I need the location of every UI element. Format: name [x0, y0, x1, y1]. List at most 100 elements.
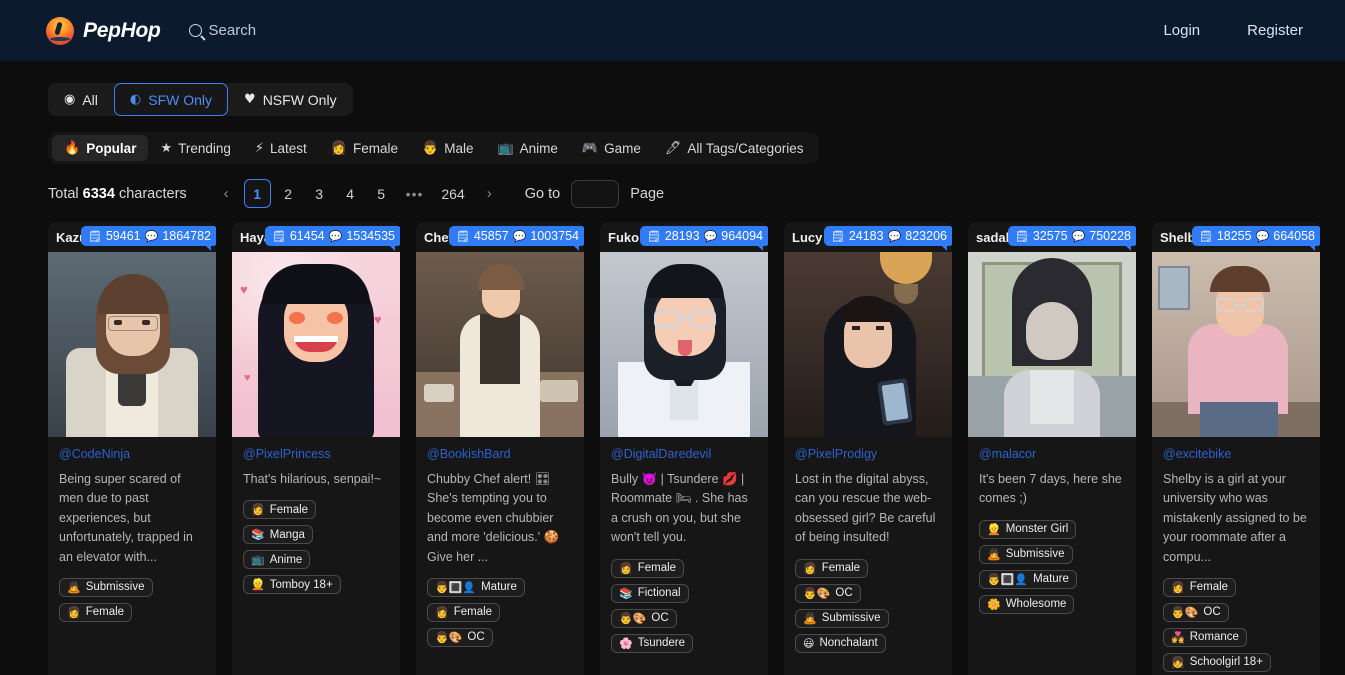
tag-chip[interactable]: 👧Schoolgirl 18+ [1163, 653, 1271, 672]
pagination-page-last[interactable]: 264 [434, 179, 471, 208]
tag-label: Monster Girl [1006, 523, 1069, 535]
character-card[interactable]: Shelby🗒18255💬664058 @excitebikeShelby is… [1152, 222, 1320, 675]
tab-anime[interactable]: 📺Anime [485, 135, 569, 161]
tag-chip[interactable]: 🙇Submissive [59, 578, 153, 597]
tag-chip[interactable]: 👩Female [243, 500, 316, 519]
tag-chip[interactable]: 👩Female [59, 603, 132, 622]
filter-nsfw-only[interactable]: ♥ NSFW Only [228, 83, 353, 116]
character-thumbnail[interactable] [1152, 252, 1320, 437]
tag-label: Tomboy 18+ [270, 579, 333, 591]
character-stats-badge: 🗒28193💬964094 [640, 226, 768, 246]
pagination-prev[interactable]: ‹ [213, 179, 240, 208]
character-card[interactable]: Hayase🗒61454💬1534535 ♥ ♥ ♥@PixelPrincess… [232, 222, 400, 675]
tag-label: OC [835, 587, 852, 599]
message-count-icon: 💬 [329, 230, 343, 243]
character-thumbnail[interactable] [416, 252, 584, 437]
creator-handle[interactable]: @DigitalDaredevil [611, 447, 757, 461]
pagination-page-1[interactable]: 1 [244, 179, 271, 208]
tag-icon: 👨🎨 [619, 612, 646, 625]
tag-chip[interactable]: 🌼Wholesome [979, 595, 1074, 614]
filter-all[interactable]: ◉ All [48, 83, 114, 116]
tab-latest[interactable]: ⚡Latest [243, 135, 319, 161]
tag-chip[interactable]: 👨🎨OC [795, 584, 861, 603]
character-card[interactable]: Kazuko🗒59461💬1864782 @CodeNinjaBeing sup… [48, 222, 216, 675]
goto-page-input[interactable] [571, 180, 619, 208]
tag-chip[interactable]: 📺Anime [243, 550, 310, 569]
register-link[interactable]: Register [1247, 22, 1303, 39]
top-navbar: PepHop Search Login Register [0, 0, 1345, 61]
tag-chip[interactable]: 👨🎨OC [1163, 603, 1229, 622]
creator-handle[interactable]: @CodeNinja [59, 447, 205, 461]
login-link[interactable]: Login [1163, 22, 1200, 39]
tag-chip[interactable]: 👱Monster Girl [979, 520, 1076, 539]
total-characters: Total 6334 characters [48, 186, 187, 202]
character-card[interactable]: Fuko ne:🗒28193💬964094 @DigitalDaredevilB… [600, 222, 768, 675]
tag-list: 👱Monster Girl 🙇Submissive 👨🔳👤Mature 🌼Wholes… [979, 520, 1125, 614]
tab-popular[interactable]: 🔥Popular [52, 135, 148, 161]
character-artwork [416, 252, 584, 437]
pagination-ellipsis[interactable]: ••• [399, 179, 431, 208]
brand-logo[interactable]: PepHop [46, 17, 161, 45]
tag-chip[interactable]: 👱Tomboy 18+ [243, 575, 341, 594]
character-thumbnail[interactable] [48, 252, 216, 437]
pagination-page-4[interactable]: 4 [337, 179, 364, 208]
tag-icon: 👨🎨 [435, 631, 462, 644]
tag-label: Schoolgirl 18+ [1190, 656, 1263, 668]
character-thumbnail[interactable]: ♥ ♥ ♥ [232, 252, 400, 437]
pagination-page-5[interactable]: 5 [368, 179, 395, 208]
tag-chip[interactable]: 👨🎨OC [611, 609, 677, 628]
character-thumbnail[interactable] [968, 252, 1136, 437]
tab-male[interactable]: 👨Male [410, 135, 485, 161]
card-body: @malacorIt's been 7 days, here she comes… [968, 437, 1136, 618]
tab-female[interactable]: 👩Female [319, 135, 410, 161]
tag-chip[interactable]: 🌸Tsundere [611, 634, 693, 653]
character-thumbnail[interactable] [600, 252, 768, 437]
tag-chip[interactable]: 😃Nonchalant [795, 634, 886, 653]
tag-label: Tsundere [638, 637, 685, 649]
tag-list: 👩Female 📚Manga 📺Anime 👱Tomboy 18+ [243, 500, 389, 594]
search-button[interactable]: Search [189, 22, 257, 39]
tag-chip[interactable]: 📚Manga [243, 525, 313, 544]
character-thumbnail[interactable] [784, 252, 952, 437]
creator-handle[interactable]: @BookishBard [427, 447, 573, 461]
tag-icon: 🙇 [67, 581, 81, 594]
tag-chip[interactable]: 👨🔳👤Mature [979, 570, 1077, 589]
tag-chip[interactable]: 🙇Submissive [979, 545, 1073, 564]
pagination-next[interactable]: › [476, 179, 503, 208]
tag-chip[interactable]: 👨🔳👤Mature [427, 578, 525, 597]
creator-handle[interactable]: @malacor [979, 447, 1125, 461]
tag-chip[interactable]: 👨🎨OC [427, 628, 493, 647]
tab-icon: ★ [160, 141, 172, 156]
filter-sfw-only[interactable]: ◐ SFW Only [114, 83, 228, 116]
pagination-page-2[interactable]: 2 [275, 179, 302, 208]
character-card[interactable]: sadako🗒32575💬750228 @malacorIt's been 7 … [968, 222, 1136, 675]
character-artwork: ♥ ♥ ♥ [232, 252, 400, 437]
tag-chip[interactable]: 💑Romance [1163, 628, 1247, 647]
tag-list: 👩Female 📚Fictional 👨🎨OC 🌸Tsundere [611, 559, 757, 653]
creator-handle[interactable]: @PixelProdigy [795, 447, 941, 461]
search-icon [189, 24, 202, 37]
chat-count: 24183 [849, 229, 884, 243]
tab-all-tags-categories[interactable]: 🖊All Tags/Categories [653, 135, 816, 161]
chat-count: 28193 [665, 229, 700, 243]
character-card[interactable]: Lucy🗒24183💬823206 @PixelProdigyLost in t… [784, 222, 952, 675]
character-card[interactable]: Chef La🗒45857💬1003754 @BookishBardChubby… [416, 222, 584, 675]
tag-chip[interactable]: 👩Female [611, 559, 684, 578]
pagination-page-3[interactable]: 3 [306, 179, 333, 208]
chat-count: 45857 [474, 229, 509, 243]
character-description: Shelby is a girl at your university who … [1163, 470, 1309, 567]
tag-label: Mature [1033, 573, 1069, 585]
tag-chip[interactable]: 👩Female [1163, 578, 1236, 597]
tag-chip[interactable]: 📚Fictional [611, 584, 689, 603]
card-header: Kazuko🗒59461💬1864782 [48, 222, 216, 252]
tag-label: Manga [270, 529, 305, 541]
tag-chip[interactable]: 🙇Submissive [795, 609, 889, 628]
creator-handle[interactable]: @PixelPrincess [243, 447, 389, 461]
tab-game[interactable]: 🎮Game [570, 135, 653, 161]
creator-handle[interactable]: @excitebike [1163, 447, 1309, 461]
chat-count: 59461 [106, 229, 141, 243]
message-count: 823206 [905, 229, 947, 243]
tab-trending[interactable]: ★Trending [148, 135, 242, 161]
tag-chip[interactable]: 👩Female [427, 603, 500, 622]
tag-chip[interactable]: 👩Female [795, 559, 868, 578]
